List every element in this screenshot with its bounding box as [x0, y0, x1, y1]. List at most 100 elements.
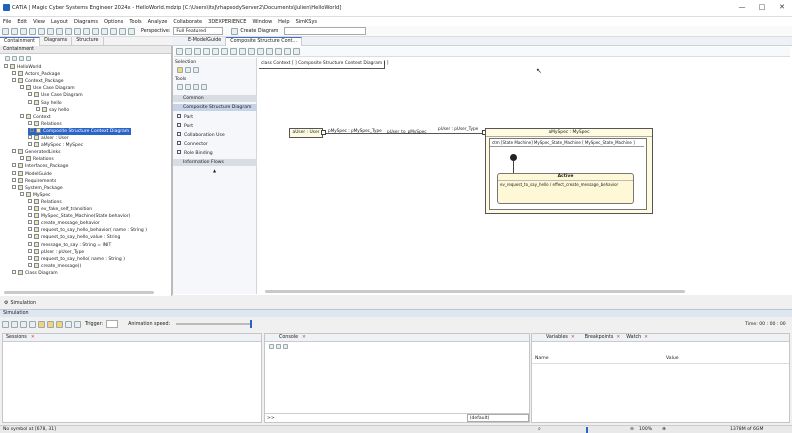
- palette-item-connector[interactable]: Connector: [177, 141, 208, 147]
- grid-icon[interactable]: [266, 48, 273, 55]
- console-clear-icon[interactable]: [269, 343, 274, 349]
- tree-item[interactable]: Actors_Package: [12, 71, 60, 78]
- palette-item-collaboration-use[interactable]: Collaboration Use: [177, 132, 225, 138]
- tree-item[interactable]: Class Diagram: [12, 269, 58, 277]
- tab-containment[interactable]: Containment: [0, 36, 41, 46]
- sort-icon[interactable]: [19, 55, 24, 61]
- tab-diagrams[interactable]: Diagrams: [40, 36, 73, 46]
- menu-window[interactable]: Window: [252, 19, 272, 25]
- zoom-in-icon[interactable]: ⊕: [662, 427, 666, 432]
- expand-icon[interactable]: [12, 163, 16, 168]
- search-icon[interactable]: [26, 55, 31, 61]
- expand-icon[interactable]: [12, 170, 16, 175]
- cut-icon[interactable]: [29, 27, 36, 35]
- console-lock-icon[interactable]: [283, 343, 288, 349]
- expand-icon[interactable]: [12, 184, 16, 189]
- tree-item[interactable]: HelloWorld: [4, 64, 41, 71]
- expand-icon[interactable]: [20, 191, 24, 196]
- paste-icon[interactable]: [47, 27, 54, 35]
- tree-item[interactable]: request_to_say_hello_value : String: [28, 234, 120, 241]
- minimize-button[interactable]: —: [732, 3, 752, 11]
- expand-icon[interactable]: [12, 269, 16, 274]
- tree-item[interactable]: Use Case Diagram: [28, 92, 83, 99]
- menu-collaborate[interactable]: Collaborate: [173, 19, 202, 25]
- expand-icon[interactable]: [12, 78, 16, 83]
- sessions-tab[interactable]: Sessions ✕: [3, 334, 261, 342]
- expand-icon[interactable]: [28, 206, 32, 210]
- watch-close-icon[interactable]: ✕: [644, 335, 648, 340]
- menu-edit[interactable]: Edit: [17, 19, 27, 25]
- run-icon[interactable]: [119, 27, 126, 35]
- expand-icon[interactable]: [28, 213, 32, 218]
- tree-item[interactable]: Context_Package: [12, 78, 64, 85]
- variables-close-icon[interactable]: ✕: [571, 335, 575, 340]
- initial-state-icon[interactable]: [510, 154, 517, 161]
- expand-icon[interactable]: [20, 85, 24, 90]
- expand-icon[interactable]: [28, 227, 32, 232]
- tool-c-icon[interactable]: [193, 84, 199, 90]
- tab-watch[interactable]: Watch: [626, 335, 641, 340]
- zoom-in-icon[interactable]: [212, 48, 219, 55]
- expand-icon[interactable]: [30, 127, 34, 132]
- tree-item[interactable]: MySpec: [20, 191, 51, 199]
- tree-item[interactable]: MySpec_State_Machine(State behavior): [28, 213, 130, 220]
- part-amyspec[interactable]: aMySpec : MySpec ctm [State Machine] MyS…: [485, 128, 653, 214]
- expand-icon[interactable]: [28, 135, 32, 139]
- sim-step-over-icon[interactable]: [47, 320, 54, 328]
- tree-item[interactable]: Relations: [28, 120, 62, 128]
- tool-b-icon[interactable]: [185, 84, 191, 90]
- tree-item[interactable]: request_to_say_hello_behavior( name : St…: [28, 227, 147, 234]
- sim-stop-icon[interactable]: [29, 320, 36, 328]
- part-auser[interactable]: aUser : User: [289, 128, 323, 138]
- palette-section-flows[interactable]: Information Flows: [173, 159, 257, 166]
- tree-item[interactable]: pUser : pUser_Type: [28, 248, 84, 256]
- tree-item[interactable]: message_to_say : String = INIT: [28, 241, 111, 249]
- menu-view[interactable]: View: [33, 19, 45, 25]
- horizontal-scrollbar[interactable]: [4, 291, 154, 294]
- expand-icon[interactable]: [12, 71, 16, 76]
- sim-export-icon[interactable]: [74, 320, 81, 328]
- zoom-out-icon[interactable]: ⊖: [630, 427, 634, 432]
- diag-forward-icon[interactable]: [185, 48, 192, 55]
- redo-icon[interactable]: [65, 27, 72, 35]
- tab-breakpoints[interactable]: Breakpoints: [585, 335, 614, 340]
- menu-layout[interactable]: Layout: [51, 19, 68, 25]
- expand-icon[interactable]: [4, 64, 8, 68]
- tree-item[interactable]: request_to_say_hello( name : String ): [28, 255, 125, 263]
- slider-thumb[interactable]: [250, 320, 253, 328]
- palette-scroll-up-icon[interactable]: ▲: [213, 168, 216, 173]
- tree-item[interactable]: GeneratedLinks: [12, 149, 60, 156]
- diagram-search-field[interactable]: [284, 27, 367, 35]
- palette-item-role-binding[interactable]: Role Binding: [177, 150, 213, 156]
- play-icon[interactable]: [293, 48, 300, 55]
- tool-d-icon[interactable]: [201, 84, 207, 90]
- copy-icon[interactable]: [38, 27, 45, 35]
- menu-diagrams[interactable]: Diagrams: [74, 19, 98, 25]
- state-active[interactable]: Active ev_request_to_say_hello / effect_…: [497, 173, 634, 204]
- open-icon[interactable]: [11, 27, 18, 35]
- column-value[interactable]: Value: [666, 356, 679, 361]
- undo-icon[interactable]: [56, 27, 63, 35]
- tree-item[interactable]: create_message_behavior: [28, 220, 100, 227]
- close-button[interactable]: ✕: [772, 3, 792, 11]
- layout-icon[interactable]: [203, 48, 210, 55]
- fit-icon[interactable]: [230, 48, 237, 55]
- expand-icon[interactable]: [28, 234, 32, 239]
- maximize-button[interactable]: □: [752, 3, 772, 11]
- validate-icon[interactable]: [110, 27, 117, 35]
- filter-icon[interactable]: [12, 55, 17, 61]
- tab-model-guide[interactable]: E-ModelGuide: [184, 36, 227, 46]
- simulation-tab[interactable]: ⚙ Simulation: [4, 299, 36, 307]
- menu-file[interactable]: File: [3, 19, 11, 25]
- zoom-out-icon[interactable]: [221, 48, 228, 55]
- export-icon[interactable]: [275, 48, 282, 55]
- tree-item[interactable]: Relations: [20, 156, 54, 163]
- expand-icon[interactable]: [28, 99, 32, 104]
- tree-item[interactable]: Relations: [28, 198, 62, 206]
- pointer-icon[interactable]: [177, 67, 183, 73]
- menu-tools[interactable]: Tools: [129, 19, 141, 25]
- expand-icon[interactable]: [28, 120, 32, 125]
- palette-section-common[interactable]: Common: [173, 95, 257, 102]
- tree-item[interactable]: say hello: [36, 106, 69, 114]
- sim-reset-icon[interactable]: [65, 320, 72, 328]
